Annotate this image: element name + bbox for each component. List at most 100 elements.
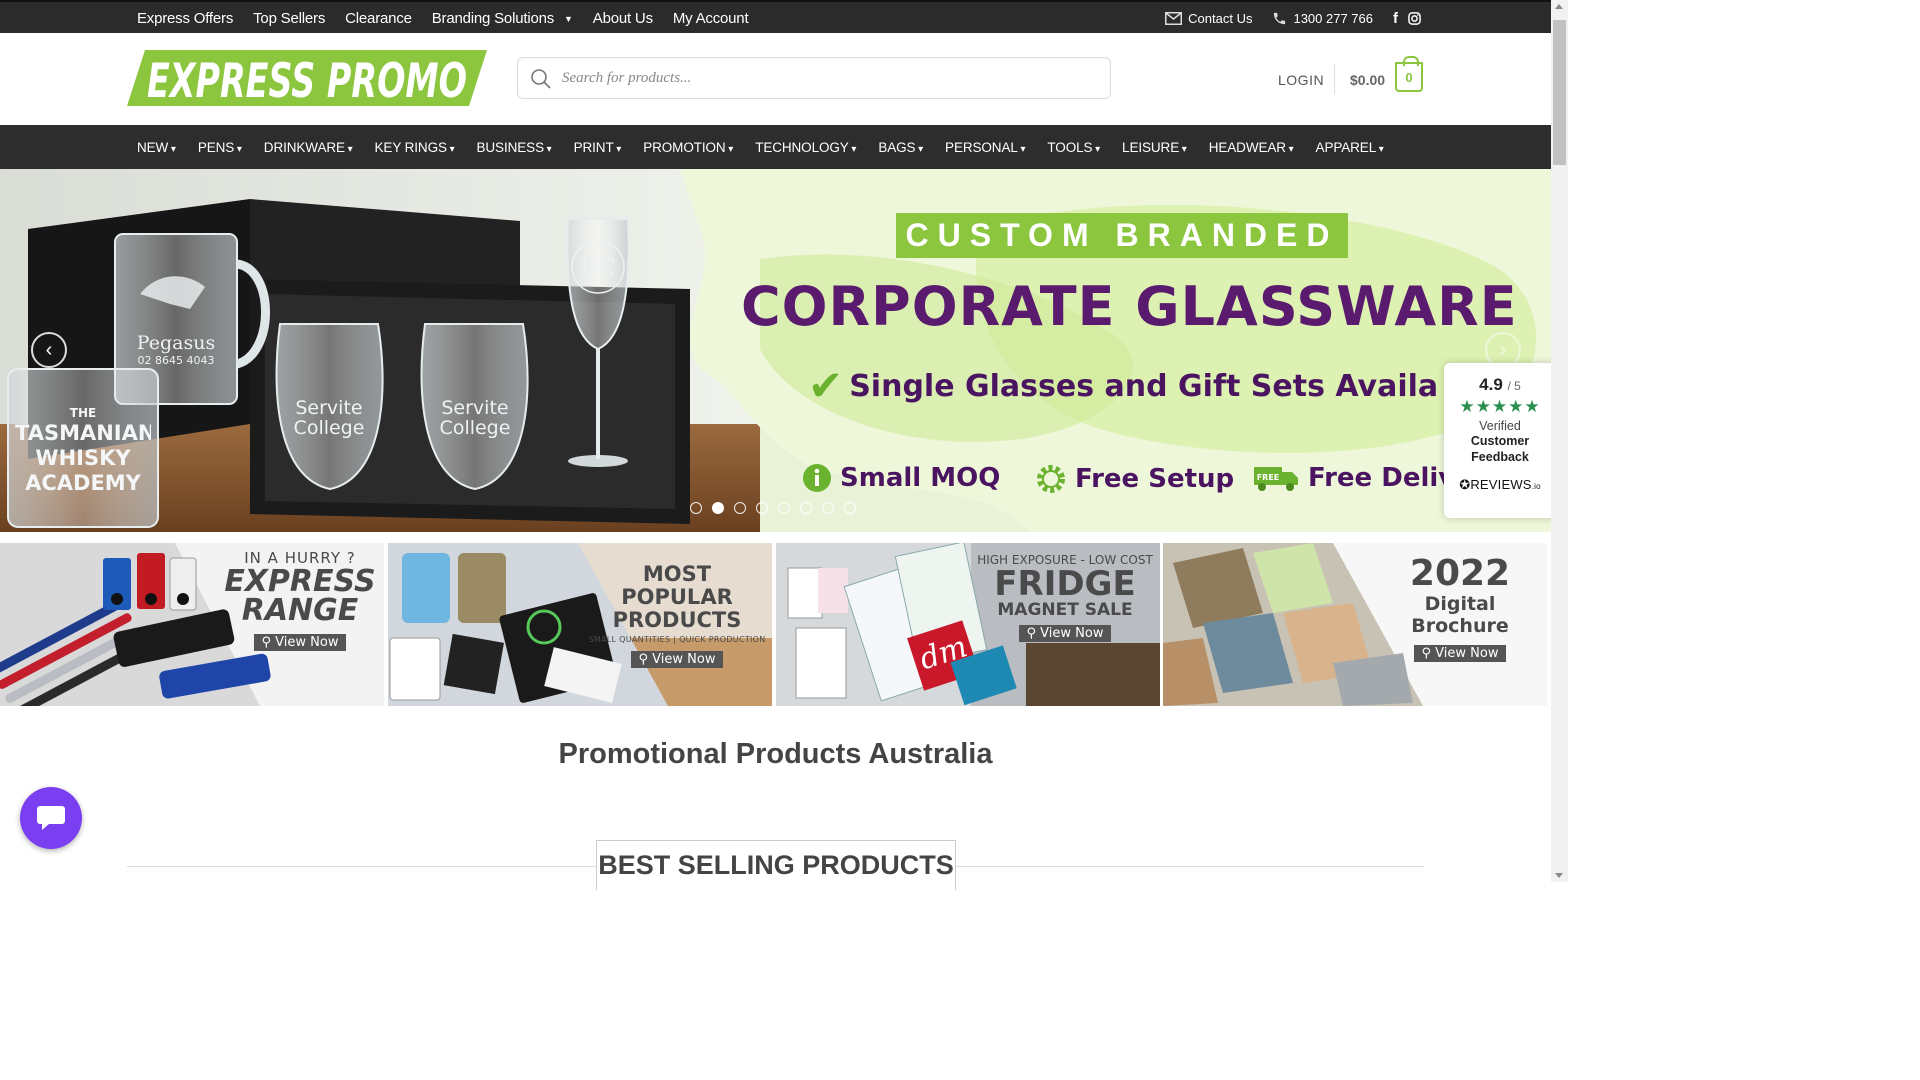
star-circle-icon: ✪ xyxy=(1459,477,1471,492)
nav-headwear[interactable]: HEADWEAR xyxy=(1209,140,1294,155)
site-header: EXPRESS PROMO LOGIN $0.00 0 xyxy=(0,33,1551,125)
best-selling-heading: BEST SELLING PRODUCTS xyxy=(596,840,956,890)
review-out-of: / 5 xyxy=(1507,379,1521,393)
tumbler-engraving: TASMANIAN WHISKY ACADEMY xyxy=(15,421,151,495)
tile-express-range[interactable]: IN A HURRY ? EXPRESS RANGE ⚲ View Now xyxy=(0,543,384,706)
svg-text:Servite: Servite xyxy=(295,397,362,419)
review-line-1: Customer xyxy=(1470,434,1530,448)
top-link-branding-solutions[interactable]: Branding Solutions ▼ xyxy=(432,10,573,27)
tile-brochure-title: Digital Brochure xyxy=(1411,593,1509,637)
top-link-top-sellers[interactable]: Top Sellers xyxy=(253,10,325,27)
search-box[interactable] xyxy=(517,57,1111,99)
truck-free-label: FREE xyxy=(1257,473,1280,482)
branding-solutions-label: Branding Solutions xyxy=(431,10,555,27)
top-link-express-offers[interactable]: Express Offers xyxy=(137,10,233,27)
slider-dot-5[interactable] xyxy=(778,502,790,514)
tile-popular-button-label: View Now xyxy=(652,652,716,667)
slider-dot-1[interactable] xyxy=(690,502,702,514)
slider-dot-7[interactable] xyxy=(822,502,834,514)
gear-icon xyxy=(1037,465,1065,493)
category-nav: NEW PENS DRINKWARE KEY RINGS BUSINESS PR… xyxy=(0,125,1551,169)
tile-fridge-view[interactable]: ⚲ View Now xyxy=(972,622,1158,642)
tile-popular-products[interactable]: MOST POPULAR PRODUCTS SMALL QUANTITIES |… xyxy=(388,543,772,706)
chevron-left-icon: ‹ xyxy=(45,338,53,361)
scroll-up-icon[interactable] xyxy=(1555,4,1563,9)
chat-button[interactable] xyxy=(20,787,82,849)
nav-personal[interactable]: PERSONAL xyxy=(945,140,1025,155)
tile-fridge-line2: FRIDGE xyxy=(994,564,1136,604)
tile-express-line3: RANGE xyxy=(241,593,359,628)
tile-popular-view[interactable]: ⚲ View Now xyxy=(584,648,770,668)
slider-dots xyxy=(690,502,856,514)
search-icon: ⚲ xyxy=(1026,626,1041,641)
search-input[interactable] xyxy=(560,58,1100,98)
tile-fridge-magnet[interactable]: dm HIGH EXPOSURE - LOW COST FRIDGE MAGNE… xyxy=(776,543,1160,706)
hero-feature-delivery: FREE Free Deliv xyxy=(1252,463,1455,493)
top-link-my-account[interactable]: My Account xyxy=(673,10,749,27)
tile-express-view[interactable]: ⚲ View Now xyxy=(220,631,380,651)
page-heading: Promotional Products Australia xyxy=(558,738,993,770)
login-link[interactable]: LOGIN xyxy=(1278,72,1324,88)
top-links: Express Offers Top Sellers Clearance Bra… xyxy=(137,2,749,35)
logo-text: EXPRESS PROMO xyxy=(147,54,467,106)
nav-leisure[interactable]: LEISURE xyxy=(1122,140,1187,155)
reviews-widget[interactable]: 4.9 / 5 ★★★★★ Verified Customer Feedback… xyxy=(1444,363,1556,518)
slider-dot-3[interactable] xyxy=(734,502,746,514)
phone-icon xyxy=(1274,12,1286,25)
chat-bubble-icon xyxy=(37,806,65,830)
nav-key-rings[interactable]: KEY RINGS xyxy=(375,140,455,155)
cart-total[interactable]: $0.00 xyxy=(1350,72,1385,88)
hero-feature-moq-label: Small MOQ xyxy=(840,463,1001,493)
slider-dot-4[interactable] xyxy=(756,502,768,514)
reviews-io-logo: ✪REVIEWS.io xyxy=(1459,477,1541,492)
nav-tools[interactable]: TOOLS xyxy=(1047,140,1100,155)
instagram-icon[interactable] xyxy=(1408,12,1421,25)
hero-slider[interactable]: Pegasus 02 8645 4043 THE TASMANIAN WHISK… xyxy=(0,169,1551,532)
top-link-clearance[interactable]: Clearance xyxy=(345,10,412,27)
page-scrollbar[interactable] xyxy=(1551,0,1568,882)
tile-fridge-button-label: View Now xyxy=(1040,626,1104,641)
scroll-down-icon[interactable] xyxy=(1555,873,1563,878)
slider-dot-8[interactable] xyxy=(844,502,856,514)
tile-brochure-view[interactable]: ⚲ View Now xyxy=(1375,642,1545,662)
nav-promotion[interactable]: PROMOTION xyxy=(643,140,733,155)
express-promo-logo[interactable]: EXPRESS PROMO xyxy=(127,50,487,106)
nav-technology[interactable]: TECHNOLOGY xyxy=(755,140,856,155)
tile-express-button-label: View Now xyxy=(275,635,339,650)
tile-popular-line2: PRODUCTS xyxy=(612,608,742,632)
tile-brochure-button-label: View Now xyxy=(1435,646,1499,661)
facebook-icon[interactable]: f xyxy=(1393,10,1398,27)
caret-down-icon: ▼ xyxy=(564,13,573,24)
hero-subtitle-text: Single Glasses and Gift Sets Availa xyxy=(849,368,1439,404)
scrollbar-thumb[interactable] xyxy=(1553,20,1566,165)
tile-express-text: IN A HURRY ? EXPRESS RANGE ⚲ View Now xyxy=(220,549,380,651)
review-line-2: Feedback xyxy=(1471,450,1529,464)
tile-express-line2: EXPRESS xyxy=(224,564,376,599)
nav-drinkware[interactable]: DRINKWARE xyxy=(264,140,353,155)
phone-link[interactable]: 1300 277 766 xyxy=(1272,11,1373,26)
contact-us-link[interactable]: Contact Us xyxy=(1165,11,1252,26)
reviews-brand: REVIEWS xyxy=(1470,477,1532,492)
nav-business[interactable]: BUSINESS xyxy=(477,140,552,155)
search-icon: ⚲ xyxy=(1421,646,1436,661)
nav-pens[interactable]: PENS xyxy=(198,140,242,155)
nav-bags[interactable]: BAGS xyxy=(878,140,923,155)
hero-feature-setup-label: Free Setup xyxy=(1075,464,1235,494)
tile-popular-line3: SMALL QUANTITIES | QUICK PRODUCTION xyxy=(588,635,766,644)
delivery-truck-icon: FREE xyxy=(1254,467,1298,491)
nav-new[interactable]: NEW xyxy=(137,140,176,155)
svg-text:THE: THE xyxy=(70,406,96,420)
nav-apparel[interactable]: APPAREL xyxy=(1316,140,1384,155)
slider-dot-6[interactable] xyxy=(800,502,812,514)
slider-dot-2[interactable] xyxy=(712,502,724,514)
nav-print[interactable]: PRINT xyxy=(574,140,622,155)
hero-feature-moq: Small MOQ xyxy=(802,463,1000,493)
header-divider xyxy=(1334,64,1335,94)
cart-icon[interactable]: 0 xyxy=(1395,56,1423,92)
phone-number: 1300 277 766 xyxy=(1293,11,1373,26)
top-link-about-us[interactable]: About Us xyxy=(593,10,653,27)
tile-digital-brochure[interactable]: 2022 Digital Brochure ⚲ View Now xyxy=(1163,543,1547,706)
slider-prev-button[interactable]: ‹ xyxy=(31,332,67,368)
contact-us-label: Contact Us xyxy=(1188,11,1253,26)
hero-feature-setup: Free Setup xyxy=(1035,463,1234,495)
